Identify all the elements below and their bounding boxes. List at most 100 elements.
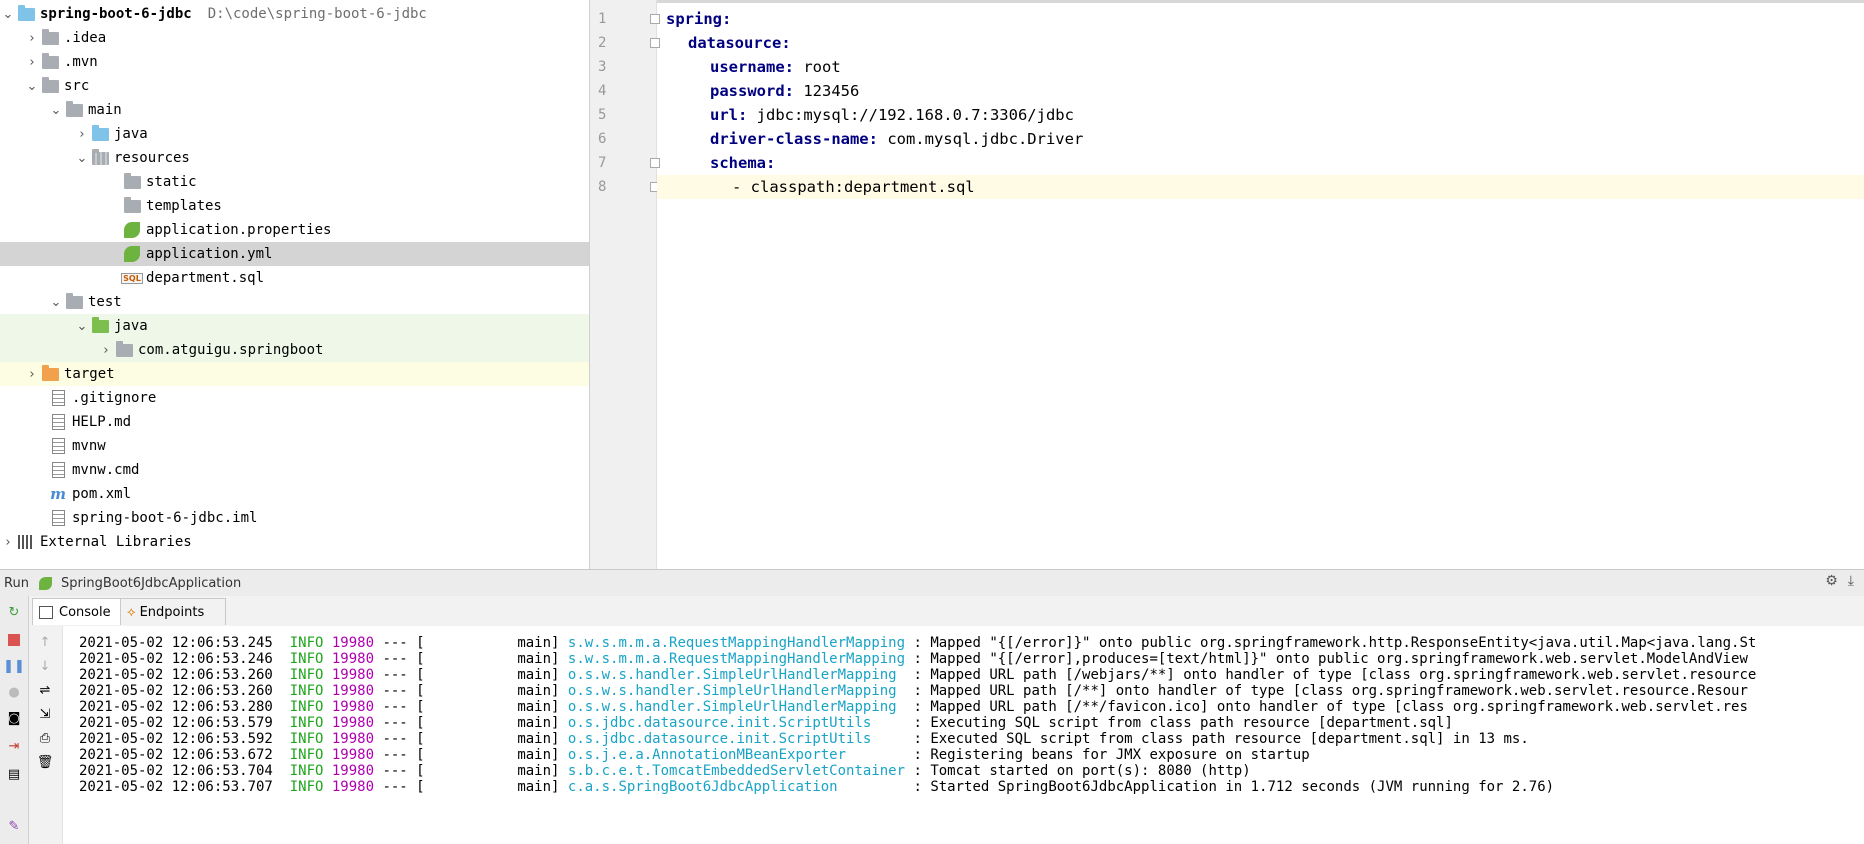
tab-endpoints[interactable]: ⟡ Endpoints [120, 598, 226, 625]
project-tree[interactable]: ⌄ spring-boot-6-jdbc D:\code\spring-boot… [0, 0, 590, 569]
tree-node-department-sql[interactable]: SQL department.sql [0, 266, 589, 290]
tree-label: application.yml [146, 246, 273, 262]
layout-icon[interactable]: ▤ [5, 766, 23, 782]
rerun-icon[interactable]: ↻ [5, 604, 23, 620]
chevron-down-icon[interactable]: ⌄ [0, 6, 16, 22]
gear-icon[interactable]: ⚙ [1825, 573, 1838, 589]
maven-icon: m [50, 485, 66, 503]
code-line[interactable]: password: 123456 [710, 79, 859, 103]
tree-node-mvnw-cmd[interactable]: mvnw.cmd [0, 458, 589, 482]
tree-label: .idea [64, 30, 107, 46]
tree-node-iml[interactable]: spring-boot-6-jdbc.iml [0, 506, 589, 530]
yaml-value: root [794, 58, 841, 76]
tree-label: HELP.md [72, 414, 132, 430]
chevron-down-icon[interactable]: ⌄ [74, 150, 90, 166]
tree-label: test [88, 294, 122, 310]
code-line[interactable]: driver-class-name: com.mysql.jdbc.Driver [710, 127, 1083, 151]
pin-icon[interactable]: ✎ [5, 818, 23, 834]
print-icon[interactable]: ⎙ [36, 730, 54, 746]
exit-icon[interactable]: ⇥ [5, 738, 23, 754]
chevron-down-icon[interactable]: ⌄ [24, 78, 40, 94]
chevron-down-icon[interactable]: ⌄ [48, 294, 64, 310]
yaml-value: - classpath:department.sql [732, 178, 975, 196]
log-msg: : Started SpringBoot6JdbcApplication in … [913, 779, 1555, 795]
log-sep: --- [382, 683, 417, 699]
chevron-down-icon[interactable]: ⌄ [74, 318, 90, 334]
tree-label: java [114, 318, 148, 334]
log-level: INFO [281, 667, 332, 683]
fold-marker-icon[interactable] [650, 38, 660, 48]
run-tabs: Console ⟡ Endpoints [0, 596, 1864, 627]
tree-node-src[interactable]: ⌄ src [0, 74, 589, 98]
code-line-current[interactable]: - classpath:department.sql [657, 175, 1864, 199]
code-line[interactable]: username: root [710, 55, 841, 79]
log-logger: s.b.c.e.t.TomcatEmbeddedServletContainer [567, 763, 914, 779]
tree-node-external-libraries[interactable]: › External Libraries [0, 530, 589, 554]
fold-marker-icon[interactable] [650, 158, 660, 168]
log-logger: o.s.jdbc.datasource.init.ScriptUtils [567, 715, 914, 731]
console-output[interactable]: 2021-05-02 12:06:53.245 INFO 19980 --- [… [63, 626, 1864, 844]
text-file-icon [48, 438, 68, 454]
log-msg: : Mapped URL path [/webjars/**] onto han… [913, 667, 1757, 683]
hide-icon[interactable]: ⤓ [1848, 573, 1854, 589]
tree-node-test[interactable]: ⌄ test [0, 290, 589, 314]
pause-icon[interactable]: ❚❚ [3, 658, 25, 674]
chevron-down-icon[interactable]: ⌄ [48, 102, 64, 118]
tree-node-resources[interactable]: ⌄ resources [0, 146, 589, 170]
chevron-right-icon[interactable]: › [98, 342, 114, 358]
tree-node-templates[interactable]: templates [0, 194, 589, 218]
tree-node-static[interactable]: static [0, 170, 589, 194]
folder-icon [40, 76, 60, 94]
tree-node-root[interactable]: ⌄ spring-boot-6-jdbc D:\code\spring-boot… [0, 2, 589, 26]
chevron-right-icon[interactable]: › [74, 126, 90, 142]
tree-label: java [114, 126, 148, 142]
log-level: INFO [281, 635, 332, 651]
spring-boot-icon [38, 576, 55, 592]
down-arrow-icon[interactable]: ↓ [36, 658, 54, 674]
test-folder-icon [90, 316, 110, 334]
editor-gutter: 1 2 3 4 5 6 7 8 [590, 0, 660, 569]
sql-file-icon: SQL [121, 272, 143, 284]
code-line[interactable]: schema: [710, 151, 775, 175]
tree-node-application-yml[interactable]: application.yml [0, 242, 589, 266]
code-line[interactable]: spring: [666, 7, 731, 31]
tab-console[interactable]: Console [32, 598, 130, 625]
tree-node-gitignore[interactable]: .gitignore [0, 386, 589, 410]
root-path: D:\code\spring-boot-6-jdbc [207, 6, 427, 22]
dump-threads-icon[interactable]: ◙ [5, 710, 23, 726]
fold-marker-icon[interactable] [650, 14, 660, 24]
chevron-right-icon[interactable]: › [24, 366, 40, 382]
console-line: 2021-05-02 12:06:53.707 INFO 19980 --- [… [79, 778, 1554, 797]
stop-icon[interactable] [5, 632, 23, 648]
tree-node-main[interactable]: ⌄ main [0, 98, 589, 122]
tree-node-pom-xml[interactable]: m pom.xml [0, 482, 589, 506]
source-folder-icon [90, 124, 110, 142]
tree-label: External Libraries [40, 534, 192, 550]
tree-node-mvn[interactable]: › .mvn [0, 50, 589, 74]
yaml-value: jdbc:mysql://192.168.0.7:3306/jdbc [747, 106, 1074, 124]
tree-node-main-java[interactable]: › java [0, 122, 589, 146]
run-config-name[interactable]: SpringBoot6JdbcApplication [61, 576, 241, 591]
up-arrow-icon[interactable]: ↑ [36, 634, 54, 650]
code-editor[interactable]: 1 2 3 4 5 6 7 8 spring: datasource: user… [590, 0, 1864, 569]
log-level: INFO [281, 651, 332, 667]
tree-node-help-md[interactable]: HELP.md [0, 410, 589, 434]
tree-node-application-properties[interactable]: application.properties [0, 218, 589, 242]
log-thread: [ main] [416, 763, 568, 779]
log-ts: 2021-05-02 12:06:53.260 [79, 683, 282, 699]
trash-icon[interactable]: 🗑 [36, 754, 54, 770]
scroll-to-end-icon[interactable]: ⇲ [36, 706, 54, 722]
chevron-right-icon[interactable]: › [24, 54, 40, 70]
package-icon [114, 340, 134, 358]
code-line[interactable]: url: jdbc:mysql://192.168.0.7:3306/jdbc [710, 103, 1074, 127]
code-line[interactable]: datasource: [688, 31, 791, 55]
tree-node-test-package[interactable]: › com.atguigu.springboot [0, 338, 589, 362]
tree-node-mvnw[interactable]: mvnw [0, 434, 589, 458]
tree-label: .gitignore [72, 390, 157, 406]
soft-wrap-icon[interactable]: ⇌ [36, 682, 54, 698]
chevron-right-icon[interactable]: › [0, 534, 16, 550]
tree-node-idea[interactable]: › .idea [0, 26, 589, 50]
tree-node-target[interactable]: › target [0, 362, 589, 386]
chevron-right-icon[interactable]: › [24, 30, 40, 46]
tree-node-test-java[interactable]: ⌄ java [0, 314, 589, 338]
